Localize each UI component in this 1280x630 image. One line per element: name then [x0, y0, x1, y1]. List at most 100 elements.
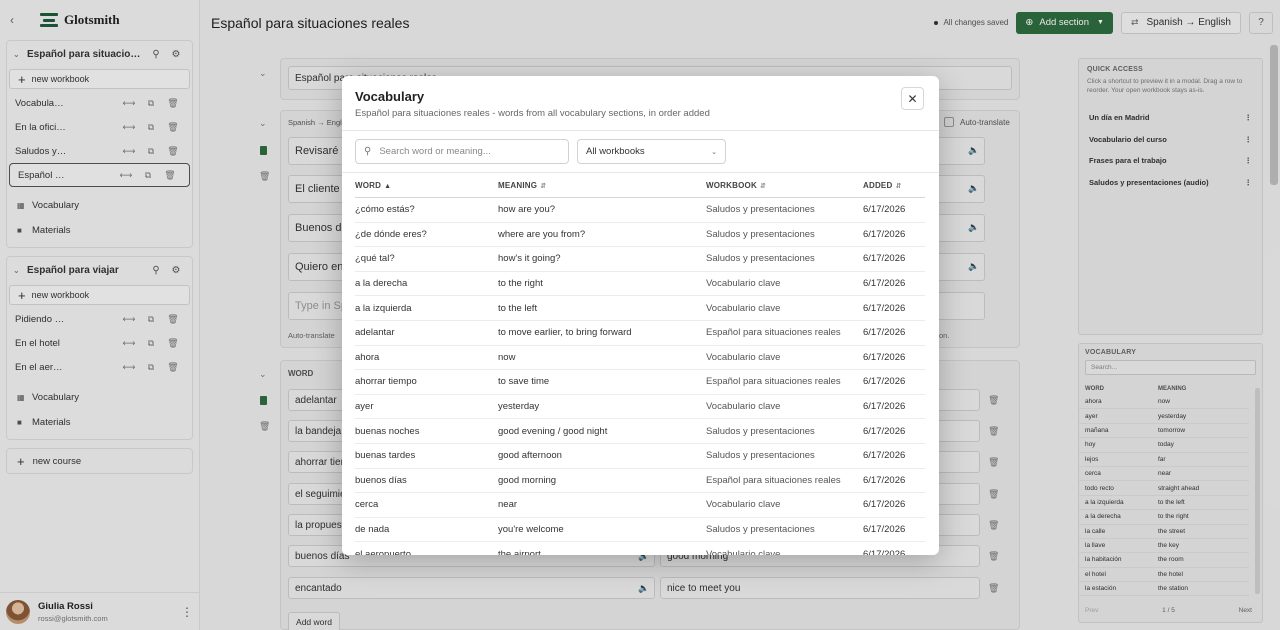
column-header-word[interactable]: WORD ▲ [355, 181, 498, 190]
table-row[interactable]: a la izquierda to the left Vocabulario cla… [355, 296, 925, 321]
meaning-cell: how's it going? [498, 253, 561, 265]
table-row[interactable]: a la derecha to the right Vocabulario clav… [355, 272, 925, 297]
meaning-cell: how are you? [498, 204, 556, 216]
table-row[interactable]: buenos días good morning Español para situ… [355, 469, 925, 494]
meaning-cell: near [498, 499, 518, 511]
added-cell: 6/17/2026 [863, 278, 906, 290]
added-cell: 6/17/2026 [863, 524, 906, 536]
word-cell: ayer [355, 401, 374, 413]
workbook-cell: Vocabulario clave [706, 499, 781, 511]
table-row[interactable]: adelantar to move earlier, to bring forwa… [355, 321, 925, 346]
workbook-cell: Vocabulario clave [706, 278, 781, 290]
workbook-cell: Español para situaciones reales [706, 376, 841, 388]
workbook-cell: Español para situaciones reales [706, 474, 841, 486]
table-body: ¿cómo estás? how are you? Saludos y presen… [355, 198, 925, 555]
table-row[interactable]: buenas tardes good afternoon Saludos y pre… [355, 444, 925, 469]
meaning-cell: yesterday [498, 401, 540, 413]
added-cell: 6/17/2026 [863, 425, 906, 437]
column-label: MEANING [498, 181, 538, 190]
table-row[interactable]: ¿cómo estás? how are you? Saludos y presen… [355, 198, 925, 223]
added-cell: 6/17/2026 [863, 499, 906, 511]
meaning-cell: to the right [498, 278, 543, 290]
table-row[interactable]: el aeropuerto the airport Vocabulario clav… [355, 542, 925, 555]
workbook-cell: Vocabulario clave [706, 401, 781, 413]
meaning-cell: you're welcome [498, 524, 564, 536]
word-cell: buenos días [355, 474, 407, 486]
chevron-down-icon: ⌄ [711, 148, 717, 156]
column-label: WORD [355, 181, 382, 190]
meaning-cell: good evening / good night [498, 425, 608, 437]
added-cell: 6/17/2026 [863, 376, 906, 388]
meaning-cell: the airport [498, 548, 541, 555]
column-label: WORKBOOK [706, 181, 757, 190]
divider [342, 130, 939, 131]
word-cell: ahorrar tiempo [355, 376, 417, 388]
search-placeholder: Search word or meaning... [379, 146, 491, 157]
workbook-cell: Saludos y presentaciones [706, 425, 815, 437]
workbook-cell: Saludos y presentaciones [706, 253, 815, 265]
table-row[interactable]: ayer yesterday Vocabulario clave 6/17/2026 [355, 395, 925, 420]
sort-icon: ⇵ [895, 183, 902, 190]
added-cell: 6/17/2026 [863, 228, 906, 240]
table-header: WORD ▲ MEANING ⇵ WORKBOOK ⇵ ADDED ⇵ [355, 174, 925, 198]
column-header-meaning[interactable]: MEANING ⇵ [498, 181, 706, 190]
meaning-cell: where are you from? [498, 228, 586, 240]
table-row[interactable]: ahorrar tiempo to save time Español para s… [355, 370, 925, 395]
vocabulary-table: WORD ▲ MEANING ⇵ WORKBOOK ⇵ ADDED ⇵ ¿cómo es… [355, 174, 925, 555]
table-row[interactable]: ¿de dónde eres? where are you from? Saludo… [355, 223, 925, 248]
table-row[interactable]: de nada you're welcome Saludos y presentac… [355, 518, 925, 543]
table-row[interactable]: ahora now Vocabulario clave 6/17/2026 [355, 346, 925, 371]
added-cell: 6/17/2026 [863, 548, 906, 555]
modal-title: Vocabulary [355, 89, 425, 104]
added-cell: 6/17/2026 [863, 474, 906, 486]
meaning-cell: to the left [498, 302, 538, 314]
filter-value: All workbooks [586, 146, 645, 157]
added-cell: 6/17/2026 [863, 302, 906, 314]
close-icon: ✕ [907, 91, 918, 106]
table-row[interactable]: cerca near Vocabulario clave 6/17/2026 [355, 493, 925, 518]
column-header-workbook[interactable]: WORKBOOK ⇵ [706, 181, 863, 190]
word-cell: a la izquierda [355, 302, 412, 314]
table-row[interactable]: ¿qué tal? how's it going? Saludos y presen… [355, 247, 925, 272]
word-cell: de nada [355, 524, 390, 536]
word-cell: buenas noches [355, 425, 420, 437]
vocabulary-modal: Vocabulary Español para situaciones real… [342, 76, 939, 555]
workbook-cell: Saludos y presentaciones [706, 204, 815, 216]
added-cell: 6/17/2026 [863, 450, 906, 462]
workbook-cell: Vocabulario clave [706, 351, 781, 363]
word-cell: adelantar [355, 327, 395, 339]
workbook-cell: Vocabulario clave [706, 548, 781, 555]
column-header-added[interactable]: ADDED ⇵ [863, 181, 925, 190]
meaning-cell: good morning [498, 474, 557, 486]
added-cell: 6/17/2026 [863, 351, 906, 363]
workbook-filter-select[interactable]: All workbooks ⌄ [577, 139, 726, 164]
meaning-cell: good afternoon [498, 450, 562, 462]
column-label: ADDED [863, 181, 893, 190]
workbook-cell: Saludos y presentaciones [706, 450, 815, 462]
modal-subtitle: Español para situaciones reales - words … [355, 108, 710, 119]
meaning-cell: to save time [498, 376, 550, 388]
meaning-cell: to move earlier, to bring forward [498, 327, 632, 339]
added-cell: 6/17/2026 [863, 253, 906, 265]
table-row[interactable]: buenas noches good evening / good night Sa… [355, 419, 925, 444]
workbook-cell: Vocabulario clave [706, 302, 781, 314]
word-cell: ¿cómo estás? [355, 204, 415, 216]
word-cell: el aeropuerto [355, 548, 411, 555]
workbook-cell: Saludos y presentaciones [706, 228, 815, 240]
word-cell: ahora [355, 351, 380, 363]
search-input[interactable]: ⚲ Search word or meaning... [355, 139, 569, 164]
added-cell: 6/17/2026 [863, 327, 906, 339]
sort-icon: ⇵ [759, 183, 767, 190]
meaning-cell: now [498, 351, 516, 363]
workbook-cell: Español para situaciones reales [706, 327, 841, 339]
close-button[interactable]: ✕ [901, 87, 924, 110]
word-cell: ¿qué tal? [355, 253, 395, 265]
word-cell: ¿de dónde eres? [355, 228, 427, 240]
word-cell: a la derecha [355, 278, 408, 290]
sort-asc-icon: ▲ [384, 183, 392, 190]
sort-icon: ⇵ [540, 183, 547, 190]
word-cell: buenas tardes [355, 450, 416, 462]
added-cell: 6/17/2026 [863, 401, 906, 413]
search-icon: ⚲ [364, 146, 372, 157]
added-cell: 6/17/2026 [863, 204, 906, 216]
